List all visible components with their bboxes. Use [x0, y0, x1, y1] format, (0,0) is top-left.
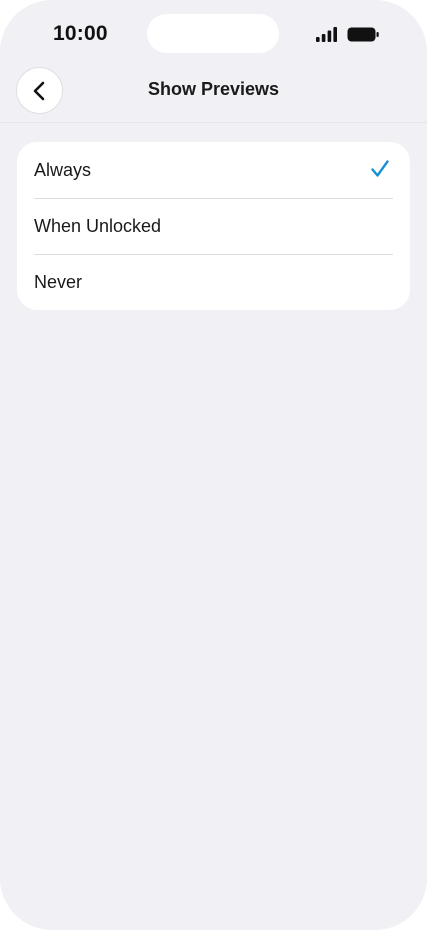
option-label: Never	[34, 271, 83, 292]
preview-options-list: Always When Unlocked Never	[17, 142, 410, 310]
dynamic-island	[147, 14, 279, 53]
option-always[interactable]: Always	[17, 142, 410, 198]
option-never[interactable]: Never	[17, 254, 410, 310]
option-label: Always	[34, 159, 92, 180]
page-title: Show Previews	[147, 79, 280, 99]
option-when-unlocked[interactable]: When Unlocked	[17, 198, 410, 254]
status-bar: 10:00	[0, 0, 427, 62]
option-label: When Unlocked	[34, 215, 162, 236]
status-time: 10:00	[53, 22, 108, 45]
cellular-signal-icon	[316, 27, 337, 42]
battery-icon	[347, 27, 379, 42]
navigation-header: Show Previews	[0, 62, 427, 123]
phone-screen: 10:00 Show Previews Always When Unlocked…	[0, 0, 427, 930]
checkmark-icon	[371, 160, 389, 177]
